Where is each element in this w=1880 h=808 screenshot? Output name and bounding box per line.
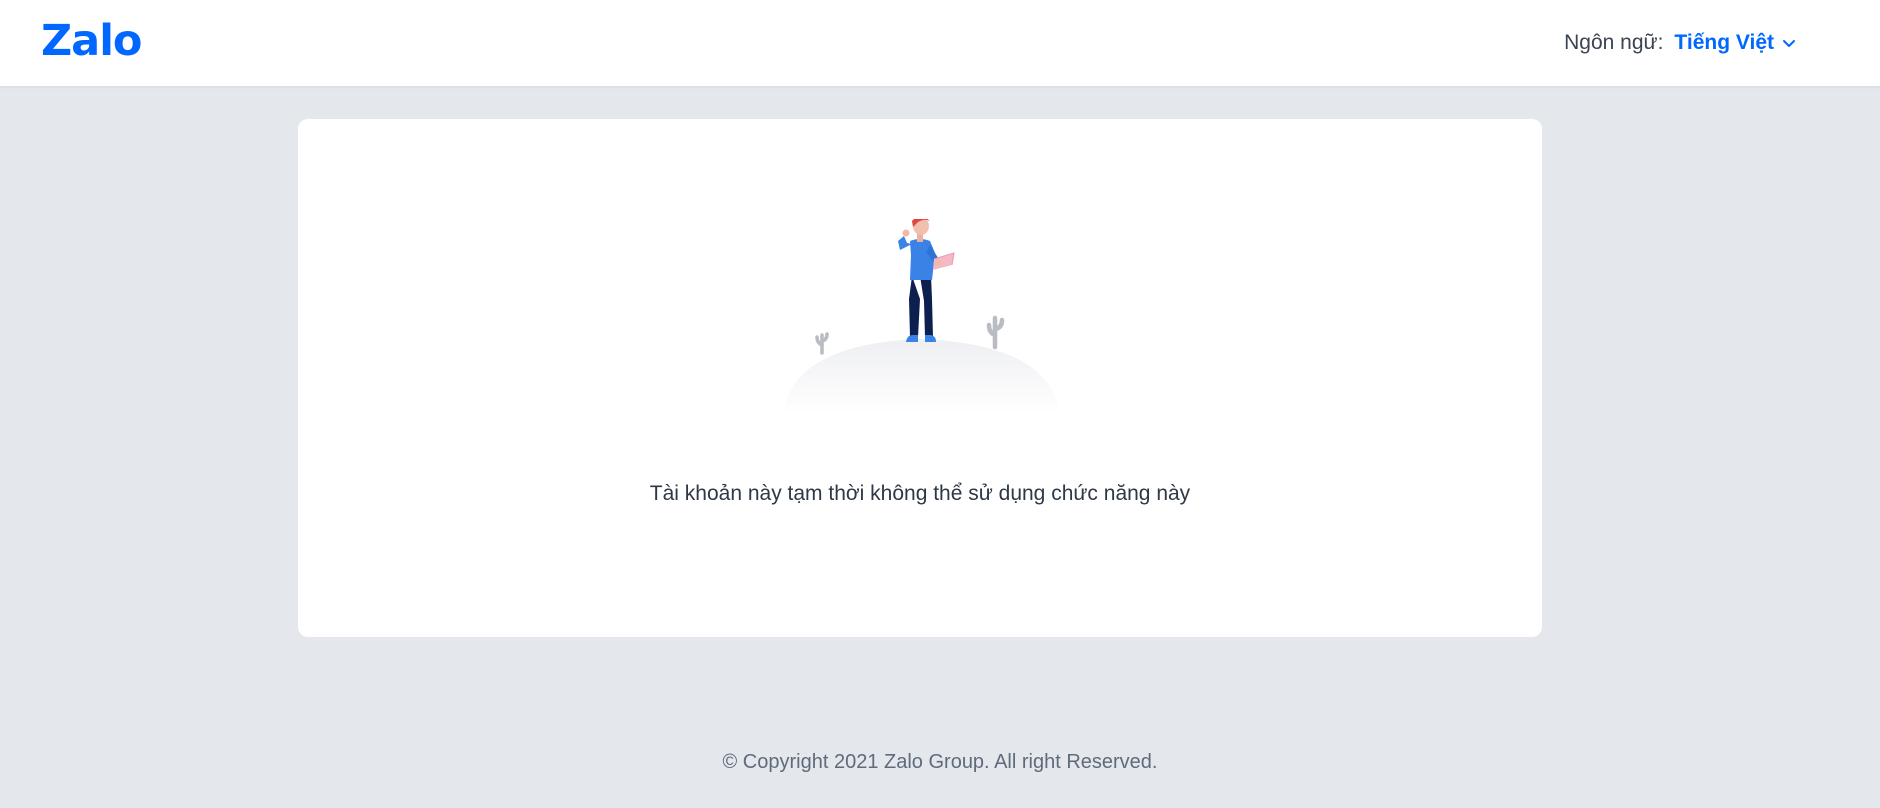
language-label: Ngôn ngữ: (1564, 31, 1664, 54)
cactus-icon (815, 332, 829, 355)
content-card: Tài khoản này tạm thời không thể sử dụng… (298, 119, 1542, 637)
language-dropdown[interactable]: Tiếng Việt (1674, 29, 1796, 57)
lost-person-illustration (778, 216, 1078, 419)
unavailable-message: Tài khoản này tạm thời không thể sử dụng… (649, 482, 1191, 505)
top-header: Zalo Ngôn ngữ: Tiếng Việt (0, 0, 1880, 86)
zalo-logo[interactable]: Zalo (41, 16, 142, 66)
chevron-down-icon[interactable] (1782, 38, 1796, 48)
language-value[interactable]: Tiếng Việt (1674, 29, 1774, 57)
copyright-footer: © Copyright 2021 Zalo Group. All right R… (722, 751, 1158, 773)
language-switcher: Ngôn ngữ: Tiếng Việt (1564, 29, 1796, 57)
cactus-icon (986, 315, 1005, 350)
